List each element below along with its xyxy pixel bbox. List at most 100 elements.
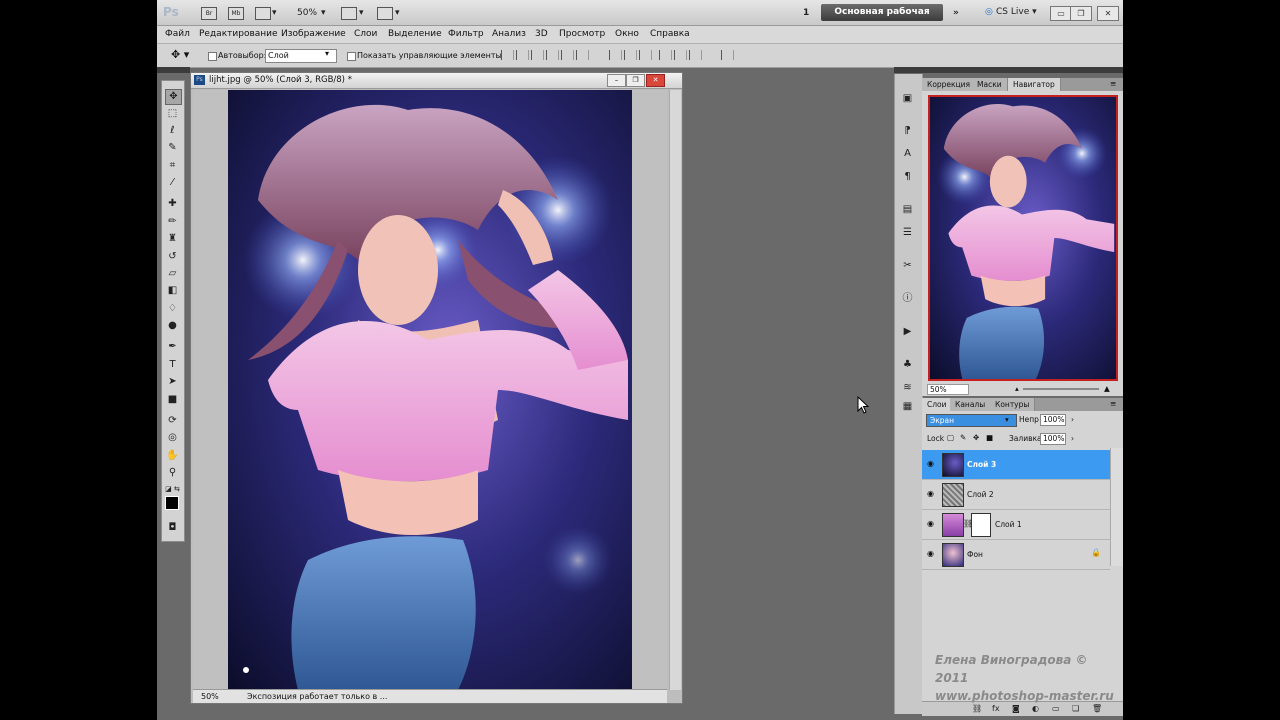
fill-field[interactable]: 100% [1040,433,1066,445]
distribute-bottom-icon[interactable] [639,50,652,60]
eye-icon[interactable]: ◉ [927,549,934,558]
align-hcenter-icon[interactable] [561,50,574,60]
adjustment-layer-icon[interactable]: ◐ [1032,704,1039,713]
tab-adjustments[interactable]: Коррекция [922,78,977,91]
document-titlebar[interactable]: Ps lijht.jpg @ 50% (Слой 3, RGB/8) * – ❐… [191,73,682,89]
character-panel-icon[interactable]: A [900,147,915,160]
cs-live-button[interactable]: ◎ CS Live ▾ [985,7,1037,17]
align-vcenter-icon[interactable] [516,50,529,60]
layer-style-icon[interactable]: fx [992,704,1000,713]
chevron-down-icon[interactable]: ▾ [321,8,326,18]
history-panel-icon[interactable]: ☰ [900,226,915,239]
default-colors-icon[interactable]: ◪ ⇆ [165,482,180,496]
brush-presets-icon[interactable]: ≋ [900,381,915,394]
histogram-panel-icon[interactable]: ▤ [900,203,915,216]
mini-bridge-icon[interactable]: Mb [228,7,244,20]
delete-layer-icon[interactable]: 🗑 [1092,704,1102,713]
distribute-vcenter-icon[interactable] [624,50,637,60]
hand-tool-icon[interactable]: ✋ [165,449,180,463]
add-mask-icon[interactable]: ◙ [1012,704,1020,713]
zoom-out-icon[interactable]: ▴ [1015,384,1019,393]
screen-mode-icon[interactable] [377,7,393,20]
zoom-in-icon[interactable]: ▲ [1104,384,1110,393]
animation-panel-icon[interactable]: ▶ [900,325,915,338]
align-right-icon[interactable] [576,50,589,60]
character-styles-icon[interactable]: ⁋ [900,124,915,137]
actions-panel-icon[interactable]: ▦ [900,400,915,413]
eye-icon[interactable]: ◉ [927,459,934,468]
align-bottom-icon[interactable] [531,50,544,60]
tab-channels[interactable]: Каналы [950,398,992,411]
menu-analysis[interactable]: Анализ [492,29,526,39]
gradient-tool-icon[interactable]: ◧ [165,284,180,298]
3d-orbit-tool-icon[interactable]: ◎ [165,431,180,445]
tab-masks[interactable]: Маски [972,78,1008,91]
type-tool-icon[interactable]: T [165,358,180,372]
pen-tool-icon[interactable]: ✒ [165,340,180,354]
align-left-icon[interactable] [546,50,559,60]
marquee-tool-icon[interactable]: ⬚ [165,107,180,121]
dodge-tool-icon[interactable]: ● [165,319,180,333]
layer-row[interactable]: ◉ Слой 3 [922,450,1110,480]
chevron-down-icon[interactable]: ▾ [359,8,364,18]
foreground-color-swatch[interactable] [165,496,179,510]
layer-row[interactable]: ◉ ⛓ Слой 1 [922,510,1110,540]
new-layer-icon[interactable]: ❏ [1072,704,1079,713]
panel-menu-icon[interactable]: ≡ [1110,399,1116,408]
menu-file[interactable]: Файл [165,29,190,39]
tab-layers[interactable]: Слои [922,398,953,411]
blur-tool-icon[interactable]: ♢ [165,302,180,316]
status-message[interactable]: Экспозиция работает только в ... [247,692,387,701]
distribute-left-icon[interactable] [659,50,672,60]
healing-brush-tool-icon[interactable]: ✚ [165,197,180,211]
tab-paths[interactable]: Контуры [990,398,1036,411]
menu-select[interactable]: Выделение [388,29,442,39]
show-controls-checkbox[interactable] [347,52,356,61]
navigator-preview[interactable] [928,95,1118,381]
clone-source-icon[interactable]: ♣ [900,358,915,371]
brush-tool-icon[interactable]: ✏ [165,215,180,229]
align-top-icon[interactable] [501,50,514,60]
menu-help[interactable]: Справка [650,29,690,39]
tool-presets-icon[interactable]: ✂ [900,259,915,272]
distribute-hcenter-icon[interactable] [674,50,687,60]
view-extras-icon[interactable] [255,7,271,20]
layer-row[interactable]: ◉ Фон 🔒 [922,540,1110,570]
eraser-tool-icon[interactable]: ▱ [165,267,180,281]
layer-row[interactable]: ◉ Слой 2 [922,480,1110,510]
3d-rotate-tool-icon[interactable]: ⟳ [165,414,180,428]
lock-transparency-icon[interactable]: ▢ [947,433,954,442]
menu-window[interactable]: Окно [615,29,639,39]
vertical-scrollbar[interactable] [669,90,681,690]
bridge-icon[interactable]: Br [201,7,217,20]
move-tool-icon[interactable]: ✥ [165,89,182,105]
workspace-overflow-button[interactable]: » [953,8,959,18]
blend-mode-select[interactable]: Экран [926,414,1017,427]
workspace-button[interactable]: Основная рабочая среда [821,4,943,34]
layers-scrollbar[interactable] [1110,448,1123,566]
info-panel-icon[interactable]: ⓘ [900,292,915,305]
lock-all-icon[interactable]: ■ [986,433,993,442]
quick-mask-icon[interactable]: ◘ [165,521,180,535]
eyedropper-tool-icon[interactable]: ⁄ [165,176,180,190]
navigator-zoom-field[interactable]: 50% [927,384,969,395]
chevron-down-icon[interactable]: ▾ [272,8,277,18]
menu-3d[interactable]: 3D [535,29,548,39]
chevron-down-icon[interactable]: ▾ [395,8,400,18]
auto-select-checkbox[interactable] [208,52,217,61]
opacity-slider-arrow-icon[interactable]: › [1071,415,1074,424]
close-button[interactable]: ✕ [1097,6,1119,21]
link-layers-icon[interactable]: ⛓ [972,704,982,713]
zoom-tool-icon[interactable]: ⚲ [165,466,180,480]
zoom-level[interactable]: 50% [297,8,317,18]
restore-button[interactable]: ❐ [1070,6,1092,21]
minimize-button[interactable]: ▭ [1050,6,1072,21]
opacity-field[interactable]: 100% [1040,414,1066,426]
distribute-top-icon[interactable] [609,50,622,60]
doc-minimize-button[interactable]: – [607,74,626,87]
panel-menu-icon[interactable]: ≡ [1110,79,1116,88]
menu-filter[interactable]: Фильтр [448,29,484,39]
crop-tool-icon[interactable]: ⌗ [165,159,180,173]
layer-mask-thumbnail[interactable] [971,513,991,537]
mini-bridge-panel-icon[interactable]: ▣ [900,92,915,105]
